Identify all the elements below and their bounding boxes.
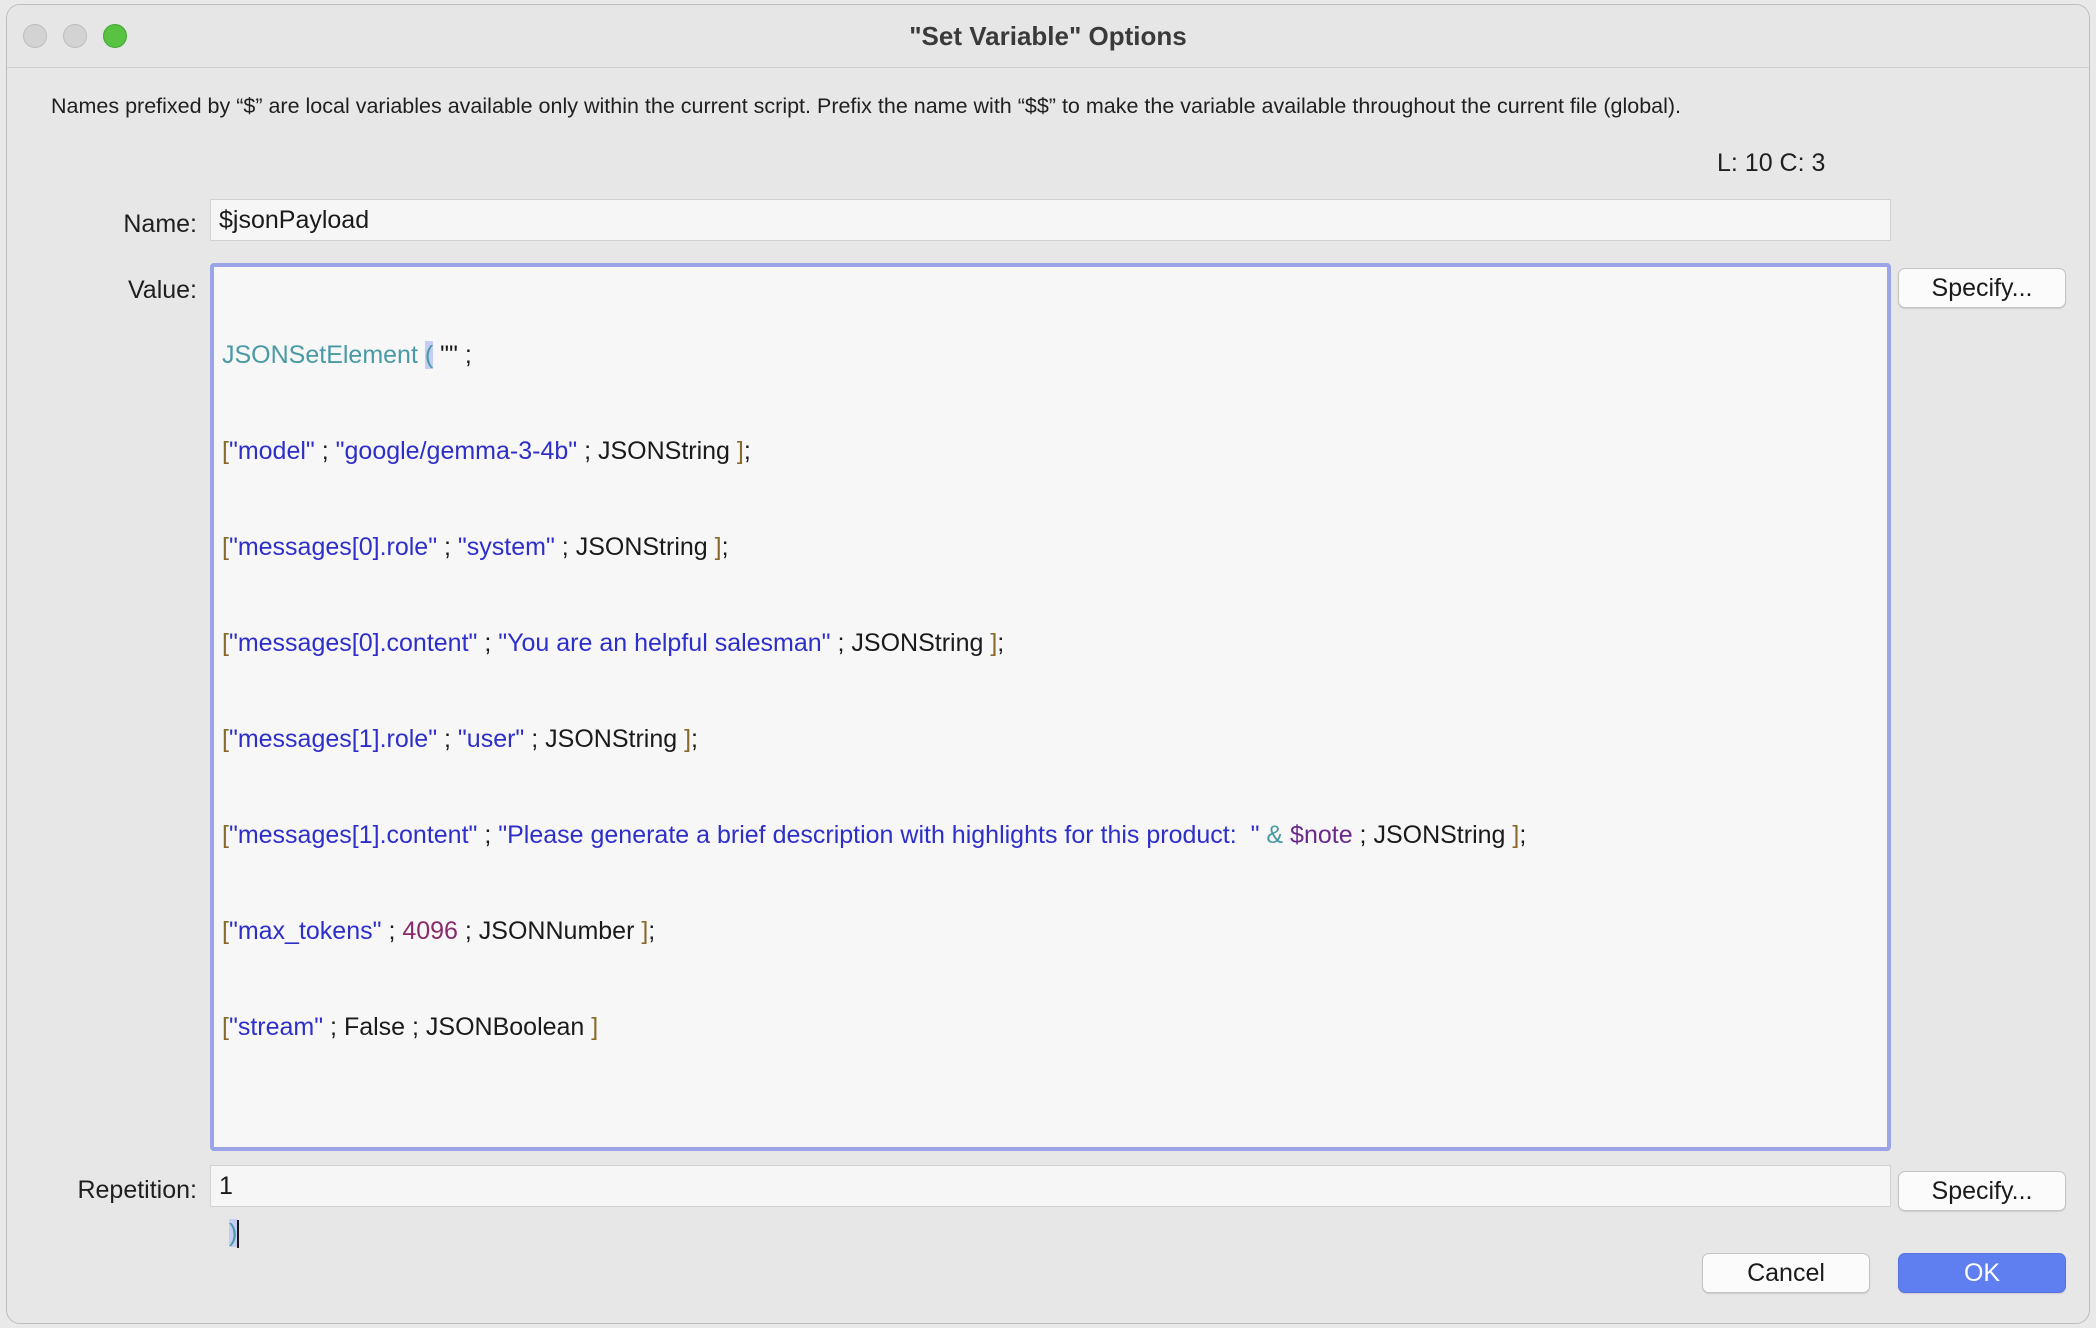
code-open-paren: ( [424,341,434,369]
code-line: ["max_tokens" ; 4096 ; JSONNumber ]; [222,917,656,945]
name-label: Name: [123,210,197,238]
code-line: ) [222,1203,1887,1249]
cancel-button[interactable]: Cancel [1702,1253,1870,1293]
cursor-position-indicator: L: 10 C: 3 [1717,149,1826,177]
repetition-label: Repetition: [77,1176,197,1204]
code-close-paren: ) [228,1219,238,1247]
set-variable-dialog: "Set Variable" Options Names prefixed by… [6,4,2090,1324]
code-line: ["messages[1].role" ; "user" ; JSONStrin… [222,725,698,753]
specify-repetition-button[interactable]: Specify... [1898,1171,2066,1211]
dialog-title: "Set Variable" Options [909,21,1187,51]
text-caret [237,1220,240,1249]
code-line: ["messages[0].content" ; "You are an hel… [222,629,1005,657]
code-line: ["messages[1].content" ; "Please generat… [222,821,1527,849]
code-line: JSONSetElement ( "" ; [222,341,472,369]
code-function: JSONSetElement [222,341,418,369]
value-calculation-editor[interactable]: JSONSetElement ( "" ; ["model" ; "google… [210,263,1891,1249]
specify-value-button[interactable]: Specify... [1898,268,2066,308]
title-bar: "Set Variable" Options [7,5,2089,68]
code-line: ["model" ; "google/gemma-3-4b" ; JSONStr… [222,437,751,465]
info-text: Names prefixed by “$” are local variable… [51,94,1682,118]
ok-button[interactable]: OK [1898,1253,2066,1293]
repetition-input[interactable]: 1 [210,1165,1891,1207]
code-line: ["stream" ; False ; JSONBoolean ] [222,1013,599,1041]
value-label: Value: [127,276,197,304]
code-line: ["messages[0].role" ; "system" ; JSONStr… [222,533,729,561]
name-input[interactable]: $jsonPayload [210,199,1891,241]
